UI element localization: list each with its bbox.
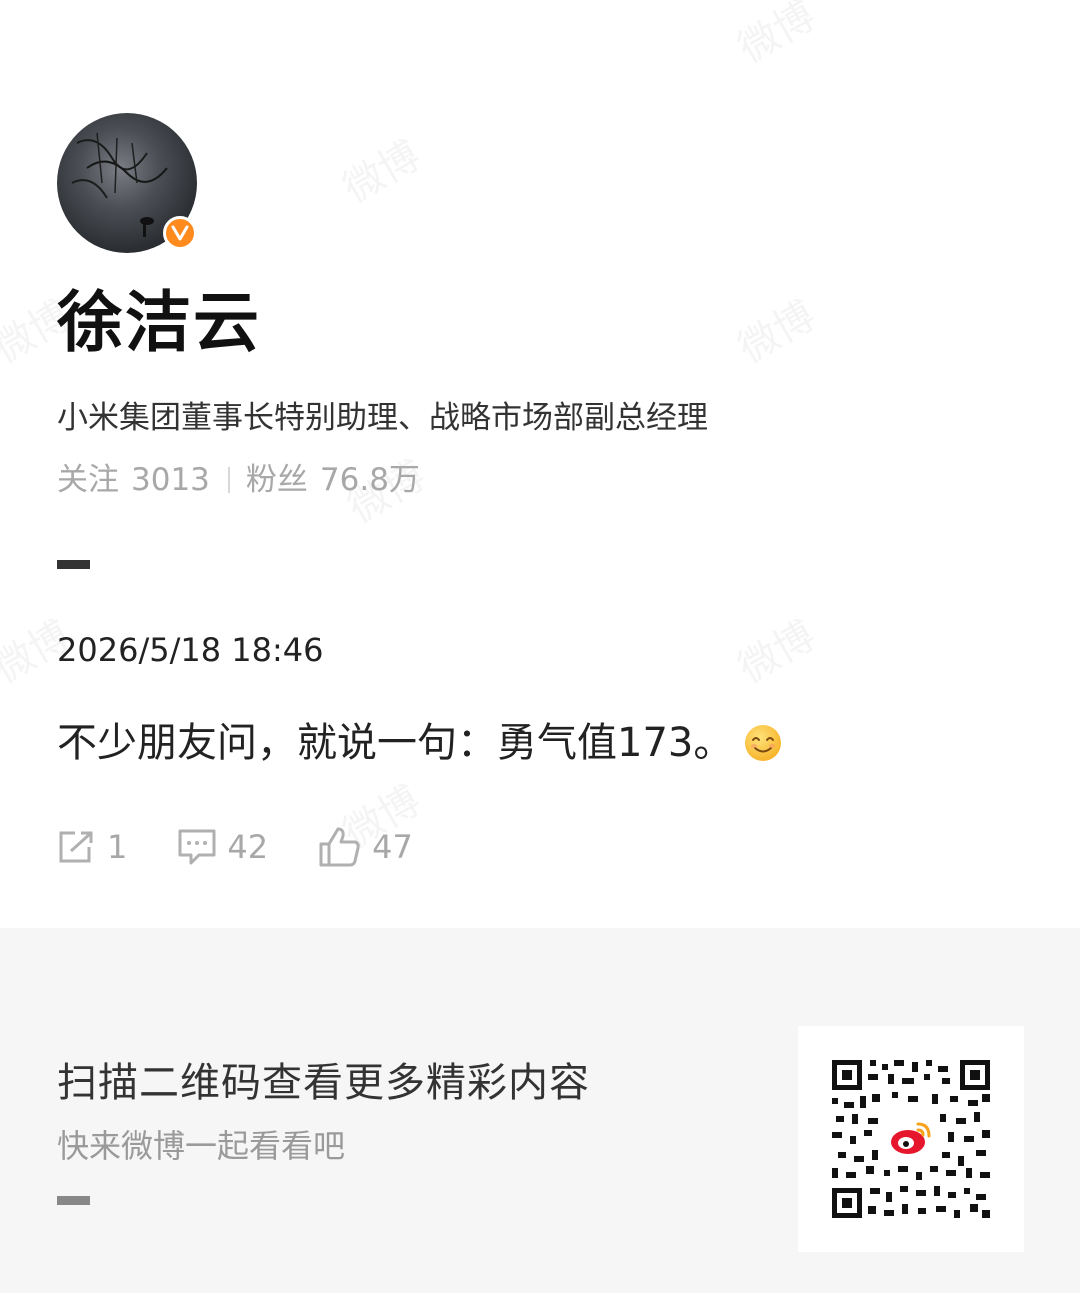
footer-divider — [57, 1196, 90, 1205]
footer-title: 扫描二维码查看更多精彩内容 — [57, 1060, 590, 1106]
watermark: 微博 — [726, 604, 824, 694]
watermark: 微博 — [331, 124, 429, 214]
like-count: 47 — [372, 828, 413, 866]
following-count[interactable]: 3013 — [131, 458, 210, 502]
post-timestamp: 2026/5/18 18:46 — [57, 631, 324, 669]
verified-badge-icon — [163, 216, 197, 250]
like-button[interactable]: 47 — [318, 826, 413, 868]
followers-count[interactable]: 76.8万 — [320, 458, 420, 502]
followers-label[interactable]: 粉丝 — [246, 458, 308, 502]
watermark: 微博 — [726, 0, 824, 74]
thumbs-up-icon — [319, 827, 360, 867]
qr-code-icon — [832, 1060, 990, 1218]
footer-subtitle: 快来微博一起看看吧 — [57, 1127, 346, 1165]
post-content: 不少朋友问，就说一句：勇气值173。 — [57, 716, 783, 770]
comment-count: 42 — [227, 828, 269, 866]
section-divider — [57, 560, 90, 569]
post-actions: 1 42 47 — [57, 826, 463, 868]
stats-divider — [227, 467, 230, 493]
repost-icon — [59, 831, 93, 863]
watermark: 微博 — [726, 284, 824, 374]
smile-emoji-icon — [743, 723, 783, 763]
comment-icon — [178, 829, 216, 865]
profile-name: 徐洁云 — [57, 284, 261, 361]
avatar-container[interactable] — [57, 113, 197, 253]
repost-count: 1 — [107, 828, 128, 866]
comment-button[interactable]: 42 — [177, 828, 268, 866]
profile-bio: 小米集团董事长特别助理、战略市场部副总经理 — [57, 400, 708, 436]
qr-code-card[interactable] — [798, 1026, 1024, 1252]
following-label[interactable]: 关注 — [57, 458, 119, 502]
repost-button[interactable]: 1 — [57, 828, 127, 866]
post-text: 不少朋友问，就说一句：勇气值173。 — [57, 720, 734, 766]
profile-stats: 关注 3013 粉丝 76.8万 — [57, 458, 420, 502]
